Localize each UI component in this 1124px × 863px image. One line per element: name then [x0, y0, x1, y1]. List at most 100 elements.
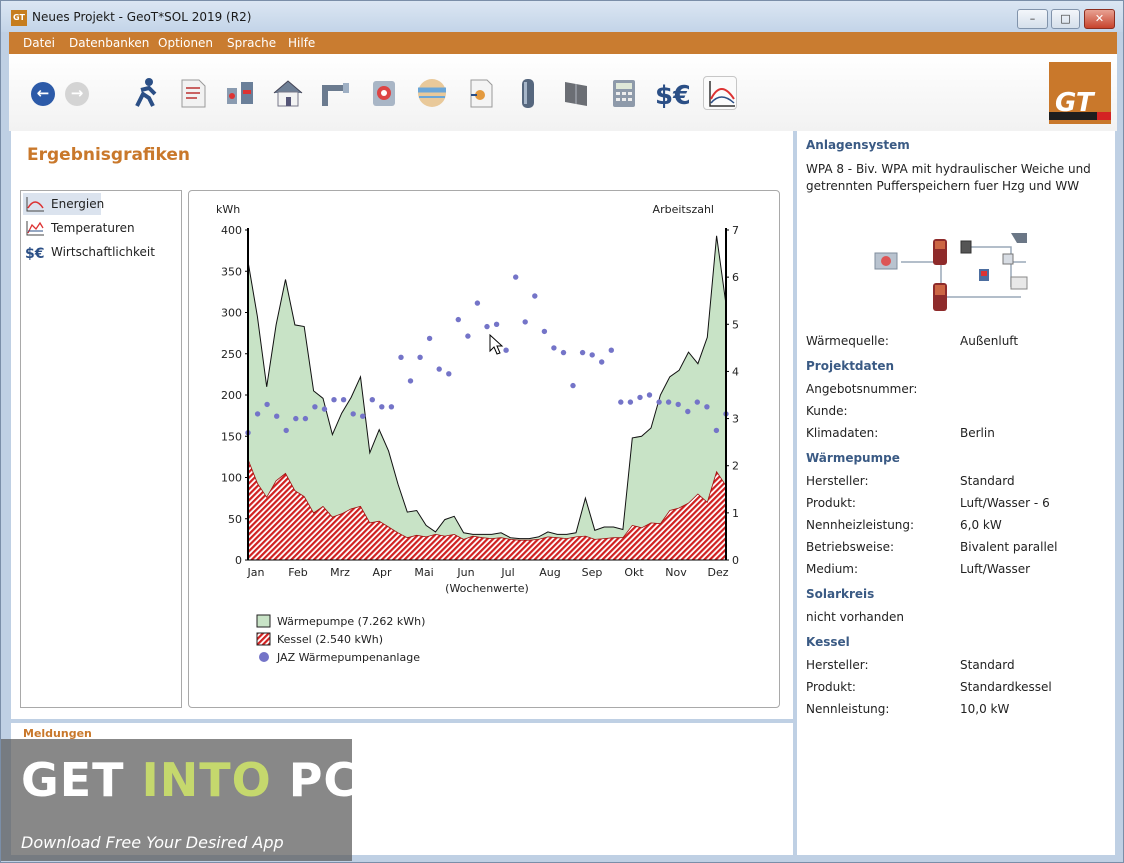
heatpump-value: Bivalent parallel	[960, 540, 1058, 554]
results-chart-icon[interactable]	[703, 76, 737, 110]
quickstart-runner-icon[interactable]	[127, 76, 161, 110]
nav-item-wirtschaftlichkeit[interactable]: $€ Wirtschaftlichkeit	[23, 241, 155, 263]
nav-item-temperaturen[interactable]: Temperaturen	[23, 217, 135, 239]
boiler-label: Hersteller:	[806, 658, 869, 672]
jaz-point	[646, 392, 653, 398]
menu-datei[interactable]: Datei	[23, 36, 55, 50]
pipe-icon[interactable]	[319, 76, 353, 110]
house-icon[interactable]	[271, 76, 305, 110]
mouse-cursor-icon	[489, 333, 504, 355]
nav-item-label: Temperaturen	[51, 221, 135, 235]
dollar-euro-icon: $€	[25, 246, 44, 260]
jaz-point	[665, 399, 672, 405]
heatpump-value: 6,0 kW	[960, 518, 1002, 532]
toolbar: ← → $€ GT	[9, 54, 1117, 131]
klimadaten-value: Berlin	[960, 426, 995, 440]
project-document-icon[interactable]	[175, 76, 209, 110]
nav-item-energien[interactable]: Energien	[23, 193, 104, 215]
jaz-point	[312, 404, 318, 410]
jaz-point	[637, 394, 643, 401]
forward-arrow-icon[interactable]: →	[65, 82, 89, 106]
svg-text:$€: $€	[655, 81, 689, 110]
legend-label-waermepumpe: Wärmepumpe (7.262 kWh)	[277, 615, 425, 628]
jaz-point	[541, 328, 548, 335]
jaz-point	[417, 354, 423, 360]
klimadaten-label: Klimadaten:	[806, 426, 879, 440]
watermark-overlay: GET INTO PC Download Free Your Desired A…	[1, 739, 357, 861]
left-tick-label: 350	[221, 265, 242, 278]
x-tick-label: Dez	[707, 566, 728, 579]
left-tick-label: 200	[221, 389, 242, 402]
jaz-point	[589, 352, 595, 358]
energy-chart: 0 50 100 150 200 250 300 350 400 0 1 2 3 4 5 6 7 Jan Feb Mr…	[216, 203, 739, 664]
jaz-point	[274, 413, 280, 419]
svg-text:$€: $€	[25, 246, 44, 260]
menu-hilfe[interactable]: Hilfe	[288, 36, 315, 50]
system-description-line: getrennten Pufferspeichern fuer Hzg und …	[806, 179, 1080, 193]
jaz-point	[388, 404, 395, 410]
jaz-point	[618, 399, 624, 405]
jaz-point	[570, 382, 576, 389]
storage-tank-icon[interactable]	[511, 76, 545, 110]
legend-swatch-jaz	[259, 652, 269, 662]
heatpump-value: Luft/Wasser	[960, 562, 1031, 576]
system-diagram-image	[874, 233, 1028, 311]
jaz-point	[713, 427, 720, 434]
solar-collector-icon[interactable]	[559, 76, 593, 110]
x-tick-label: Nov	[665, 566, 687, 579]
left-tick-label: 400	[221, 224, 242, 237]
legend-label-kessel: Kessel (2.540 kWh)	[277, 633, 383, 646]
system-description-line: WPA 8 - Biv. WPA mit hydraulischer Weich…	[806, 162, 1091, 176]
jaz-point	[293, 415, 299, 422]
ground-source-icon[interactable]	[415, 76, 449, 110]
close-button[interactable]: ✕	[1084, 9, 1115, 29]
jaz-point	[532, 293, 538, 299]
menu-optionen[interactable]: Optionen	[158, 36, 213, 50]
right-tick-label: 1	[732, 507, 739, 520]
legend-swatch-waermepumpe	[256, 614, 271, 628]
jaz-point	[436, 366, 442, 372]
back-arrow-icon[interactable]: ←	[31, 82, 55, 106]
boiler-value: Standardkessel	[960, 680, 1052, 694]
x-tick-label: Jun	[456, 566, 474, 579]
y-axis-right-label: Arbeitszahl	[653, 203, 714, 216]
left-tick-label: 250	[221, 348, 242, 361]
boiler-value: Standard	[960, 658, 1015, 672]
legend-label-jaz: JAZ Wärmepumpenanlage	[276, 651, 420, 664]
jaz-point	[321, 406, 328, 412]
project-heading: Projektdaten	[806, 359, 895, 373]
app-window: GT Neues Projekt - GeoT*SOL 2019 (R2) – …	[0, 0, 1124, 863]
jaz-point	[455, 316, 461, 323]
economics-dollar-euro-icon[interactable]: $€	[655, 76, 691, 111]
jaz-point	[360, 413, 366, 419]
heat-pump-icon[interactable]	[367, 76, 401, 110]
left-tick-label: 0	[235, 554, 242, 567]
jaz-point	[465, 333, 471, 339]
menu-datenbanken[interactable]: Datenbanken	[69, 36, 149, 50]
gt-logo: GT	[1049, 62, 1111, 124]
minimize-button[interactable]: –	[1017, 9, 1048, 29]
right-tick-label: 5	[732, 318, 739, 331]
left-tick-label: 150	[221, 430, 242, 443]
system-summary-panel: Anlagensystem WPA 8 - Biv. WPA mit hydra…	[797, 131, 1115, 855]
calculator-icon[interactable]	[607, 76, 641, 110]
x-tick-label: Aug	[539, 566, 560, 579]
jaz-point	[704, 404, 710, 410]
jaz-point	[407, 378, 414, 384]
x-tick-label: Mrz	[330, 566, 350, 579]
maximize-button[interactable]: □	[1051, 9, 1080, 29]
jaz-point	[426, 335, 433, 342]
consumption-icon[interactable]	[463, 76, 497, 110]
jaz-point	[283, 427, 289, 434]
jaz-point	[398, 354, 404, 360]
heatpump-label: Hersteller:	[806, 474, 869, 488]
jaz-point	[560, 349, 567, 356]
window-title: Neues Projekt - GeoT*SOL 2019 (R2)	[32, 10, 252, 24]
jaz-point	[254, 411, 261, 417]
jaz-point	[350, 411, 356, 417]
heating-system-icon[interactable]	[223, 76, 257, 110]
menu-sprache[interactable]: Sprache	[227, 36, 276, 50]
title-bar: GT Neues Projekt - GeoT*SOL 2019 (R2) – …	[1, 1, 1123, 32]
left-tick-label: 50	[228, 513, 242, 526]
x-tick-label: Sep	[582, 566, 603, 579]
